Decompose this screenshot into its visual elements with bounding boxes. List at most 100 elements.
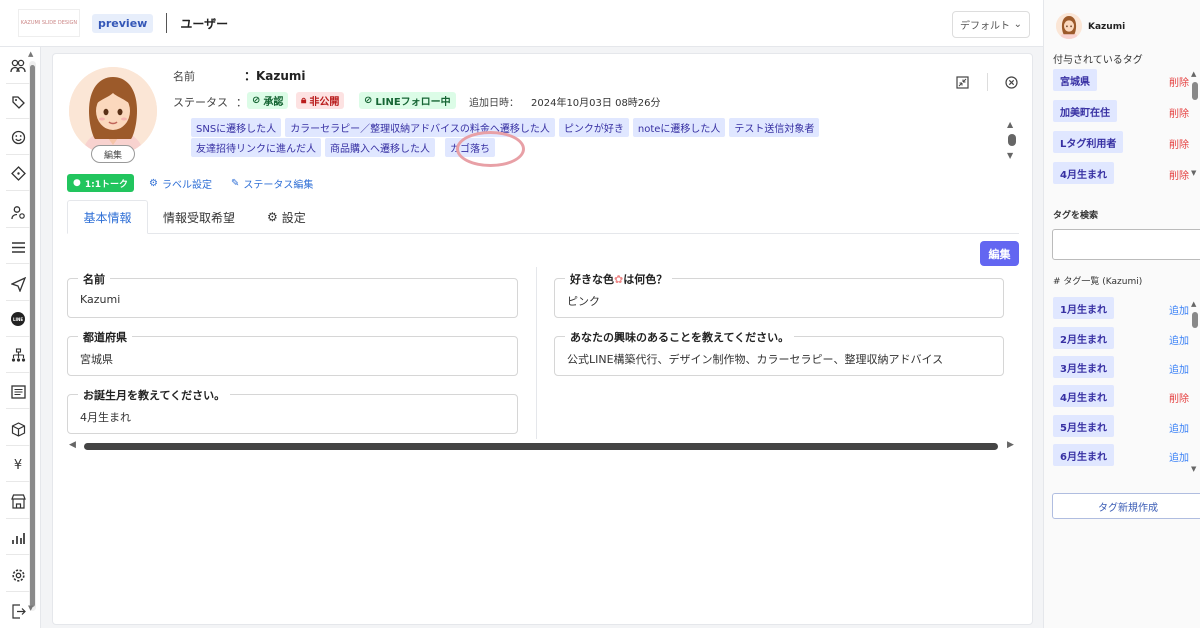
status-badge-approved[interactable]: ⊘ 承認 xyxy=(247,92,289,109)
assigned-scroll-thumb[interactable] xyxy=(1192,82,1198,100)
add-tag-button[interactable]: 追加 xyxy=(1169,302,1189,317)
tab-basic-info[interactable]: 基本情報 xyxy=(67,200,148,234)
user-tag[interactable]: 商品購入へ遷移した人 xyxy=(325,138,435,157)
sitemap-icon[interactable] xyxy=(10,347,26,363)
assigned-tag[interactable]: 加美町在住 xyxy=(1053,100,1117,122)
tag-list-item[interactable]: 4月生まれ xyxy=(1053,385,1114,407)
user-detail-card: 編集 名前 ：Kazumi ステータス ： ⊘ 承認 🔒︎ 非公開 ⊘ LINEフォロ… xyxy=(52,53,1033,625)
rail-divider xyxy=(6,481,30,482)
scroll-up-icon[interactable]: ▲ xyxy=(1191,70,1196,78)
shrink-icon[interactable] xyxy=(954,74,970,90)
add-tag-button[interactable]: 追加 xyxy=(1169,361,1189,376)
tag-list-item[interactable]: 3月生まれ xyxy=(1053,356,1114,378)
rail-divider xyxy=(6,300,30,301)
edit-button[interactable]: 編集 xyxy=(980,241,1019,266)
user-settings-icon[interactable] xyxy=(10,204,26,220)
gear-icon[interactable] xyxy=(10,567,26,583)
list-icon[interactable] xyxy=(10,239,26,255)
lock-icon: 🔒︎ xyxy=(301,95,307,106)
rail-scroll-thumb[interactable] xyxy=(30,65,35,607)
assigned-tags-heading: 付与されているタグ xyxy=(1053,55,1143,66)
user-tag[interactable]: noteに遷移した人 xyxy=(632,118,726,137)
box-icon[interactable] xyxy=(10,421,26,437)
tag-list-scrollbar[interactable]: ▲ ▼ xyxy=(1191,300,1199,476)
add-tag-button[interactable]: 追加 xyxy=(1169,449,1189,464)
rail-divider xyxy=(6,263,30,264)
horizontal-scrollbar[interactable]: ◀ ▶ xyxy=(69,440,1017,452)
one-on-one-talk-button[interactable]: ● 1:1トーク xyxy=(67,174,134,192)
scroll-down-icon[interactable]: ▼ xyxy=(1191,169,1196,177)
tab-bar: 基本情報 情報受取希望 ⚙ 設定 xyxy=(67,200,1019,234)
user-tag[interactable]: カラーセラピー／整理収納アドバイスの料金へ遷移した人 xyxy=(285,118,555,137)
tag-list-item[interactable]: 6月生まれ xyxy=(1053,444,1114,466)
scroll-down-icon[interactable]: ▼ xyxy=(1191,465,1196,473)
field-prefecture: 都道府県 宮城県 xyxy=(67,329,518,376)
horizontal-scroll-thumb[interactable] xyxy=(84,443,998,450)
left-nav-rail: ▲ ▼ LINE ¥ xyxy=(0,47,41,628)
avatar-edit-button[interactable]: 編集 xyxy=(91,145,135,163)
tag-list-item[interactable]: 1月生まれ xyxy=(1053,297,1114,319)
status-edit-link[interactable]: ✎ ステータス編集 xyxy=(231,176,313,191)
create-tag-button[interactable]: タグ新規作成 xyxy=(1052,493,1200,519)
user-tag[interactable]: テスト送信対象者 xyxy=(729,118,820,137)
user-tag[interactable]: SNSに遷移した人 xyxy=(191,118,282,137)
form-icon[interactable] xyxy=(10,384,26,400)
send-icon[interactable] xyxy=(10,276,26,292)
status-badge-line-following[interactable]: ⊘ LINEフォロー中 xyxy=(359,92,456,109)
rail-divider xyxy=(6,336,30,337)
label-settings-link[interactable]: ⚙ ラベル設定 xyxy=(149,176,212,191)
tag-list-row: 4月生まれ 削除 xyxy=(1053,385,1189,407)
tab-receive-preferences[interactable]: 情報受取希望 xyxy=(163,200,235,234)
remove-tag-button[interactable]: 削除 xyxy=(1169,74,1189,89)
tab-settings[interactable]: ⚙ 設定 xyxy=(267,200,306,234)
yen-icon[interactable]: ¥ xyxy=(10,457,26,473)
logout-icon[interactable] xyxy=(10,603,26,619)
page-title: ユーザー xyxy=(180,16,229,31)
scroll-up-icon[interactable]: ▲ xyxy=(1191,300,1196,308)
assigned-tag[interactable]: 宮城県 xyxy=(1053,69,1097,91)
added-date-value: 2024年10月03日 08時26分 xyxy=(531,98,661,109)
user-tag[interactable]: ピンクが好き xyxy=(558,118,629,137)
bar-chart-icon[interactable] xyxy=(10,530,26,546)
assigned-tag[interactable]: 4月生まれ xyxy=(1053,162,1114,184)
field-label: 名前 xyxy=(78,271,110,287)
assigned-tags-scrollbar[interactable]: ▲ ▼ xyxy=(1191,70,1199,180)
brand-logo[interactable]: KAZUMI SLIDE DESIGN xyxy=(18,9,80,37)
preview-badge[interactable]: preview xyxy=(92,13,154,33)
remove-tag-button[interactable]: 削除 xyxy=(1169,390,1189,405)
rail-scroll-up-icon[interactable]: ▲ xyxy=(28,50,33,58)
view-select[interactable]: デフォルト ⌄ xyxy=(952,11,1030,38)
avatar-illustration xyxy=(1056,13,1082,39)
settings-icon: ⚙ xyxy=(149,178,158,189)
add-tag-button[interactable]: 追加 xyxy=(1169,332,1189,347)
scroll-down-icon[interactable]: ▼ xyxy=(1007,151,1013,160)
ticket-icon[interactable] xyxy=(10,165,26,181)
remove-tag-button[interactable]: 削除 xyxy=(1169,105,1189,120)
remove-tag-button[interactable]: 削除 xyxy=(1169,136,1189,151)
status-label: ステータス xyxy=(173,96,228,109)
tags-scroll-thumb[interactable] xyxy=(1008,134,1016,146)
tag-list-scroll-thumb[interactable] xyxy=(1192,312,1198,328)
scroll-up-icon[interactable]: ▲ xyxy=(1007,120,1013,129)
shop-icon[interactable] xyxy=(10,493,26,509)
tags-scrollbar[interactable]: ▲ ▼ xyxy=(1007,120,1017,164)
scroll-left-icon[interactable]: ◀ xyxy=(69,440,76,450)
scroll-right-icon[interactable]: ▶ xyxy=(1007,440,1014,450)
rail-scroll-down-icon[interactable]: ▼ xyxy=(28,604,33,612)
line-icon[interactable]: LINE xyxy=(10,311,26,327)
status-badge-private[interactable]: 🔒︎ 非公開 xyxy=(296,92,345,109)
field-label: 好きな色✿は何色？ xyxy=(565,271,673,287)
tag-list-row: 2月生まれ 追加 xyxy=(1053,327,1189,349)
user-tag[interactable]: 友達招待リンクに進んだ人 xyxy=(191,138,321,157)
smile-icon[interactable] xyxy=(10,129,26,145)
field-label-post: は何色？ xyxy=(623,273,668,286)
tag-icon[interactable] xyxy=(10,94,26,110)
tag-list-item[interactable]: 5月生まれ xyxy=(1053,415,1114,437)
tag-list-item[interactable]: 2月生まれ xyxy=(1053,327,1114,349)
assigned-tag[interactable]: Lタグ利用者 xyxy=(1053,131,1124,153)
friends-icon[interactable] xyxy=(10,58,26,74)
remove-tag-button[interactable]: 削除 xyxy=(1169,167,1189,182)
tag-search-input[interactable] xyxy=(1052,229,1200,260)
close-icon[interactable] xyxy=(1003,74,1019,90)
add-tag-button[interactable]: 追加 xyxy=(1169,420,1189,435)
